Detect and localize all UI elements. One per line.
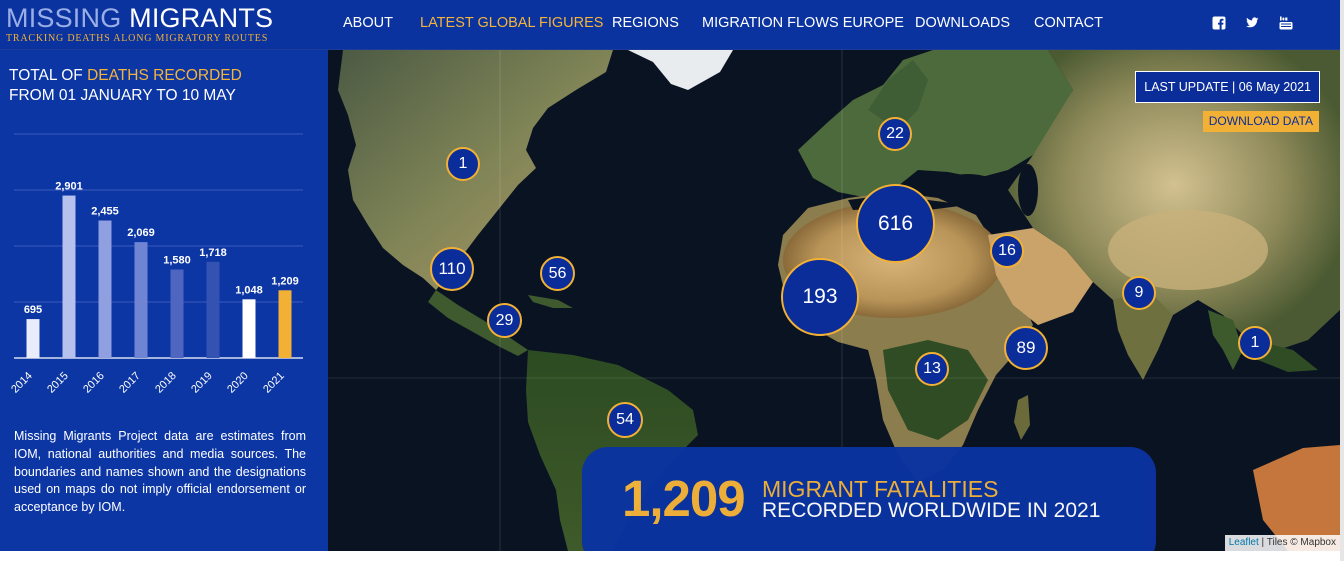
- chart-value-label: 1,048: [235, 284, 263, 296]
- chart-tick-label: 2015: [45, 370, 71, 396]
- chart-bar-2016[interactable]: [98, 220, 112, 358]
- nav-about[interactable]: ABOUT: [343, 15, 393, 31]
- chart-bar-2018[interactable]: [170, 269, 184, 358]
- cluster-marker[interactable]: 193: [781, 258, 859, 336]
- leaflet-link[interactable]: Leaflet: [1229, 537, 1259, 548]
- title-highlight: DEATHS RECORDED: [87, 67, 242, 84]
- chart-tick-label: 2021: [261, 370, 287, 396]
- twitter-icon[interactable]: [1245, 16, 1259, 30]
- attribution-text: | Tiles © Mapbox: [1258, 537, 1336, 548]
- chart-value-label: 1,718: [199, 247, 227, 259]
- chart-bar-2020[interactable]: [242, 299, 256, 358]
- download-data-button[interactable]: DOWNLOAD DATA: [1202, 111, 1319, 132]
- totals-banner: 1,209 MIGRANT FATALITIES RECORDED WORLDW…: [582, 447, 1156, 551]
- panel-title-line2: FROM 01 JANUARY TO 10 MAY: [9, 87, 236, 104]
- youtube-icon[interactable]: [1279, 16, 1293, 30]
- cluster-marker[interactable]: 29: [487, 303, 522, 338]
- chart-tick-label: 2020: [225, 370, 251, 396]
- chart-bar-2019[interactable]: [206, 261, 220, 358]
- logo-word-missing: MISSING: [6, 3, 130, 33]
- map-attribution: Leaflet | Tiles © Mapbox: [1224, 535, 1340, 551]
- panel-title: TOTAL OF DEATHS RECORDED FROM 01 JANUARY…: [9, 66, 242, 106]
- app-root: MISSING MIGRANTS TRACKING DEATHS ALONG M…: [0, 0, 1344, 561]
- nav-latest-global-figures[interactable]: LATEST GLOBAL FIGURES: [420, 15, 603, 31]
- cluster-marker[interactable]: 1: [1238, 326, 1272, 360]
- chart-value-label: 1,580: [163, 255, 191, 267]
- disclaimer-text: Missing Migrants Project data are estima…: [14, 429, 306, 515]
- black-sea: [940, 174, 996, 196]
- logo-word-migrants: MIGRANTS: [129, 3, 274, 33]
- cluster-marker[interactable]: 13: [915, 352, 949, 386]
- logo-wordmark: MISSING MIGRANTS: [6, 4, 273, 32]
- cluster-marker[interactable]: 89: [1004, 326, 1048, 370]
- nav-downloads[interactable]: DOWNLOADS: [915, 15, 1010, 31]
- cluster-marker[interactable]: 9: [1122, 276, 1156, 310]
- nav-migration-flows-europe[interactable]: MIGRATION FLOWS EUROPE: [702, 15, 904, 31]
- panel-title-line1: TOTAL OF DEATHS RECORDED: [9, 66, 242, 86]
- cluster-marker[interactable]: 16: [990, 234, 1024, 268]
- world-map[interactable]: 1 22 616 16 110 56 193 9 29 89 1 13 54 L…: [328, 50, 1340, 551]
- chart-tick-label: 2016: [81, 370, 107, 396]
- title-prefix: TOTAL OF: [9, 67, 88, 84]
- cluster-marker[interactable]: 56: [540, 256, 575, 291]
- facebook-icon[interactable]: [1212, 16, 1226, 30]
- chart-bar-2015[interactable]: [62, 195, 76, 358]
- cluster-marker[interactable]: 616: [856, 184, 935, 263]
- logo-tagline: TRACKING DEATHS ALONG MIGRATORY ROUTES: [6, 33, 269, 44]
- site-logo[interactable]: MISSING MIGRANTS TRACKING DEATHS ALONG M…: [6, 4, 273, 44]
- figures-panel: TOTAL OF DEATHS RECORDED FROM 01 JANUARY…: [0, 50, 328, 551]
- nav-regions[interactable]: REGIONS: [612, 15, 679, 31]
- chart-tick-label: 2018: [153, 370, 179, 396]
- page-scrollbar[interactable]: [1340, 0, 1344, 561]
- nav-contact[interactable]: CONTACT: [1034, 15, 1103, 31]
- chart-bar-2017[interactable]: [134, 242, 148, 358]
- chart-bar-2021[interactable]: [278, 290, 292, 358]
- chart-tick-label: 2014: [9, 370, 35, 396]
- chart-tick-label: 2019: [189, 370, 215, 396]
- site-header: MISSING MIGRANTS TRACKING DEATHS ALONG M…: [0, 0, 1344, 50]
- chart-value-label: 1,209: [271, 275, 299, 287]
- cluster-marker[interactable]: 54: [607, 402, 643, 438]
- cluster-marker[interactable]: 22: [878, 117, 912, 151]
- totals-line2: RECORDED WORLDWIDE IN 2021: [762, 499, 1101, 522]
- caspian-sea: [1018, 164, 1038, 216]
- chart-value-label: 695: [24, 304, 42, 316]
- totals-line1: MIGRANT FATALITIES: [762, 476, 999, 502]
- chart-bar-2014[interactable]: [26, 319, 40, 358]
- cluster-marker[interactable]: 110: [430, 247, 474, 291]
- chart-value-label: 2,069: [127, 227, 155, 239]
- total-fatalities-number: 1,209: [622, 470, 746, 527]
- cluster-marker[interactable]: 1: [446, 147, 480, 181]
- chart-value-label: 2,455: [91, 206, 119, 218]
- chart-tick-label: 2017: [117, 370, 143, 396]
- chart-value-label: 2,901: [55, 181, 83, 193]
- last-update-badge: LAST UPDATE | 06 May 2021: [1135, 71, 1320, 103]
- deaths-bar-chart: 695 2014 2,901 2015 2,455 2016 2,069 2017 1,580 2…: [9, 133, 303, 396]
